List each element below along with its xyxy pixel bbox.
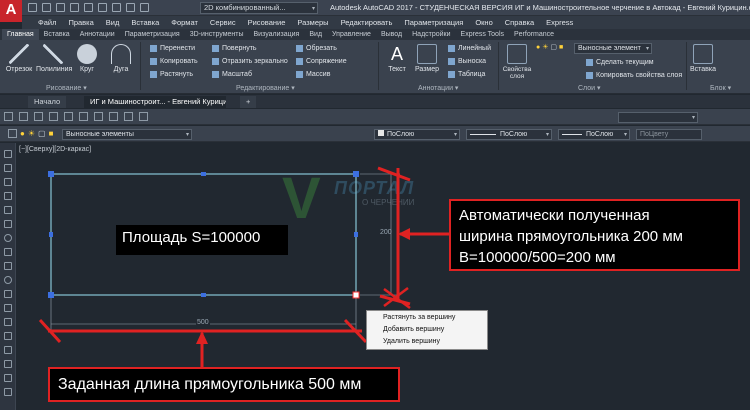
ctx-remove-vertex[interactable]: Удалить вершину xyxy=(367,336,487,348)
ctx-stretch-vertex[interactable]: Растянуть за вершину xyxy=(367,312,487,324)
width-callout-line: Автоматически полученная xyxy=(459,207,650,224)
ctx-add-vertex[interactable]: Добавить вершину xyxy=(367,324,487,336)
grip-handle xyxy=(48,292,54,298)
grip-handle xyxy=(353,171,359,177)
width-callout-line: ширина прямоугольника 200 мм xyxy=(459,228,683,245)
grip-handle xyxy=(201,293,206,297)
grip-handle-hot xyxy=(352,291,360,299)
grip-context-menu: Растянуть за вершину Добавить вершину Уд… xyxy=(366,310,488,350)
width-callout-line: B=100000/500=200 мм xyxy=(459,249,616,266)
grip-handle xyxy=(49,232,53,237)
grip-handle xyxy=(201,172,206,176)
grip-handle xyxy=(48,171,54,177)
dimension-text-width: 500 xyxy=(196,319,210,326)
length-callout: Заданная длина прямоугольника 500 мм xyxy=(48,367,400,402)
application-menu-button[interactable]: A xyxy=(0,0,22,22)
grip-handle xyxy=(354,232,358,237)
dimension-text-height: 200 xyxy=(380,229,392,236)
width-callout: Автоматически полученная ширина прямоуго… xyxy=(449,199,740,271)
red-arrowhead xyxy=(196,331,208,344)
red-arrowhead xyxy=(398,228,410,240)
area-callout: Площадь S=100000 xyxy=(116,225,288,255)
